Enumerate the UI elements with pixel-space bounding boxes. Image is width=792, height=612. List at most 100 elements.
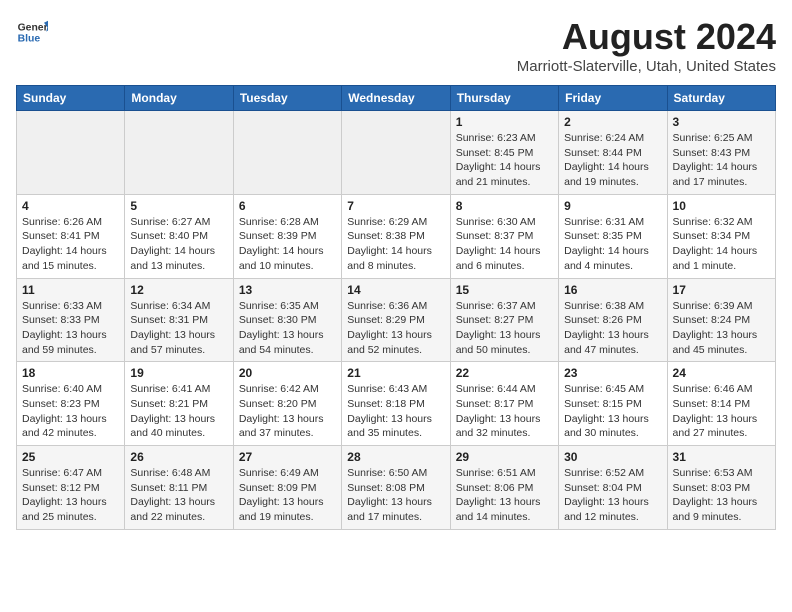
day-number: 17 [673,283,770,297]
day-info: Sunrise: 6:35 AM Sunset: 8:30 PM Dayligh… [239,299,336,358]
day-number: 9 [564,199,661,213]
day-number: 1 [456,115,553,129]
main-title: August 2024 [517,16,776,58]
weekday-header-sunday: Sunday [17,86,125,111]
day-number: 8 [456,199,553,213]
day-info: Sunrise: 6:40 AM Sunset: 8:23 PM Dayligh… [22,382,119,441]
svg-text:Blue: Blue [18,34,41,45]
calendar-cell: 26 Sunrise: 6:48 AM Sunset: 8:11 PM Dayli… [125,446,233,530]
day-number: 6 [239,199,336,213]
calendar-cell: 22 Sunrise: 6:44 AM Sunset: 8:17 PM Dayli… [450,362,558,446]
day-info: Sunrise: 6:48 AM Sunset: 8:11 PM Dayligh… [130,466,227,525]
weekday-header-wednesday: Wednesday [342,86,450,111]
calendar-cell: 18Sunrise: 6:40 AM Sunset: 8:23 PM Dayli… [17,362,125,446]
calendar-cell: 21 Sunrise: 6:43 AM Sunset: 8:18 PM Dayli… [342,362,450,446]
day-number: 16 [564,283,661,297]
day-info: Sunrise: 6:52 AM Sunset: 8:04 PM Dayligh… [564,466,661,525]
weekday-header-row: SundayMondayTuesdayWednesdayThursdayFrid… [17,86,776,111]
day-number: 4 [22,199,119,213]
day-info: Sunrise: 6:31 AM Sunset: 8:35 PM Dayligh… [564,215,661,274]
weekday-header-thursday: Thursday [450,86,558,111]
calendar-cell [125,111,233,195]
calendar-cell: 25 Sunrise: 6:47 AM Sunset: 8:12 PM Dayli… [17,446,125,530]
day-info: Sunrise: 6:37 AM Sunset: 8:27 PM Dayligh… [456,299,553,358]
day-number: 24 [673,366,770,380]
calendar-cell [342,111,450,195]
weekday-header-monday: Monday [125,86,233,111]
day-number: 31 [673,450,770,464]
calendar-cell [17,111,125,195]
calendar-cell: 13 Sunrise: 6:35 AM Sunset: 8:30 PM Dayli… [233,278,341,362]
calendar-cell: 8 Sunrise: 6:30 AM Sunset: 8:37 PM Daylig… [450,194,558,278]
day-info: Sunrise: 6:25 AM Sunset: 8:43 PM Dayligh… [673,131,770,190]
page-header: General Blue August 2024 Marriott-Slater… [16,16,776,75]
day-info: Sunrise: 6:36 AM Sunset: 8:29 PM Dayligh… [347,299,444,358]
day-info: Sunrise: 6:39 AM Sunset: 8:24 PM Dayligh… [673,299,770,358]
calendar-cell: 10 Sunrise: 6:32 AM Sunset: 8:34 PM Dayli… [667,194,775,278]
day-number: 27 [239,450,336,464]
calendar-cell: 24Sunrise: 6:46 AM Sunset: 8:14 PM Dayli… [667,362,775,446]
weekday-header-saturday: Saturday [667,86,775,111]
day-number: 20 [239,366,336,380]
calendar-cell: 6 Sunrise: 6:28 AM Sunset: 8:39 PM Daylig… [233,194,341,278]
day-number: 25 [22,450,119,464]
day-number: 23 [564,366,661,380]
day-info: Sunrise: 6:38 AM Sunset: 8:26 PM Dayligh… [564,299,661,358]
calendar-cell: 5Sunrise: 6:27 AM Sunset: 8:40 PM Daylig… [125,194,233,278]
day-info: Sunrise: 6:47 AM Sunset: 8:12 PM Dayligh… [22,466,119,525]
day-info: Sunrise: 6:29 AM Sunset: 8:38 PM Dayligh… [347,215,444,274]
calendar-cell: 7 Sunrise: 6:29 AM Sunset: 8:38 PM Daylig… [342,194,450,278]
calendar-week-0: 1 Sunrise: 6:23 AM Sunset: 8:45 PM Daylig… [17,111,776,195]
day-number: 22 [456,366,553,380]
calendar-table: SundayMondayTuesdayWednesdayThursdayFrid… [16,85,776,530]
day-info: Sunrise: 6:24 AM Sunset: 8:44 PM Dayligh… [564,131,661,190]
day-number: 5 [130,199,227,213]
day-number: 28 [347,450,444,464]
day-info: Sunrise: 6:23 AM Sunset: 8:45 PM Dayligh… [456,131,553,190]
calendar-cell: 17 Sunrise: 6:39 AM Sunset: 8:24 PM Dayli… [667,278,775,362]
day-number: 26 [130,450,227,464]
calendar-week-3: 18Sunrise: 6:40 AM Sunset: 8:23 PM Dayli… [17,362,776,446]
day-number: 21 [347,366,444,380]
day-info: Sunrise: 6:45 AM Sunset: 8:15 PM Dayligh… [564,382,661,441]
calendar-cell: 2Sunrise: 6:24 AM Sunset: 8:44 PM Daylig… [559,111,667,195]
day-number: 10 [673,199,770,213]
calendar-cell: 27 Sunrise: 6:49 AM Sunset: 8:09 PM Dayli… [233,446,341,530]
calendar-week-2: 11 Sunrise: 6:33 AM Sunset: 8:33 PM Dayli… [17,278,776,362]
calendar-cell: 1 Sunrise: 6:23 AM Sunset: 8:45 PM Daylig… [450,111,558,195]
day-info: Sunrise: 6:43 AM Sunset: 8:18 PM Dayligh… [347,382,444,441]
logo: General Blue [16,16,48,48]
day-number: 7 [347,199,444,213]
calendar-cell: 14Sunrise: 6:36 AM Sunset: 8:29 PM Dayli… [342,278,450,362]
calendar-cell: 12 Sunrise: 6:34 AM Sunset: 8:31 PM Dayli… [125,278,233,362]
day-info: Sunrise: 6:26 AM Sunset: 8:41 PM Dayligh… [22,215,119,274]
day-info: Sunrise: 6:49 AM Sunset: 8:09 PM Dayligh… [239,466,336,525]
day-number: 12 [130,283,227,297]
svg-text:General: General [18,22,48,33]
day-info: Sunrise: 6:44 AM Sunset: 8:17 PM Dayligh… [456,382,553,441]
day-info: Sunrise: 6:53 AM Sunset: 8:03 PM Dayligh… [673,466,770,525]
day-info: Sunrise: 6:41 AM Sunset: 8:21 PM Dayligh… [130,382,227,441]
day-info: Sunrise: 6:30 AM Sunset: 8:37 PM Dayligh… [456,215,553,274]
day-info: Sunrise: 6:32 AM Sunset: 8:34 PM Dayligh… [673,215,770,274]
calendar-cell: 28Sunrise: 6:50 AM Sunset: 8:08 PM Dayli… [342,446,450,530]
calendar-cell: 19Sunrise: 6:41 AM Sunset: 8:21 PM Dayli… [125,362,233,446]
day-number: 13 [239,283,336,297]
day-number: 11 [22,283,119,297]
calendar-cell: 15Sunrise: 6:37 AM Sunset: 8:27 PM Dayli… [450,278,558,362]
calendar-cell: 16 Sunrise: 6:38 AM Sunset: 8:26 PM Dayli… [559,278,667,362]
calendar-cell: 3Sunrise: 6:25 AM Sunset: 8:43 PM Daylig… [667,111,775,195]
day-info: Sunrise: 6:33 AM Sunset: 8:33 PM Dayligh… [22,299,119,358]
weekday-header-friday: Friday [559,86,667,111]
calendar-cell: 4 Sunrise: 6:26 AM Sunset: 8:41 PM Daylig… [17,194,125,278]
calendar-cell [233,111,341,195]
calendar-cell: 31 Sunrise: 6:53 AM Sunset: 8:03 PM Dayli… [667,446,775,530]
calendar-cell: 30Sunrise: 6:52 AM Sunset: 8:04 PM Dayli… [559,446,667,530]
calendar-cell: 23 Sunrise: 6:45 AM Sunset: 8:15 PM Dayli… [559,362,667,446]
day-info: Sunrise: 6:28 AM Sunset: 8:39 PM Dayligh… [239,215,336,274]
calendar-week-1: 4 Sunrise: 6:26 AM Sunset: 8:41 PM Daylig… [17,194,776,278]
day-number: 29 [456,450,553,464]
subtitle: Marriott-Slaterville, Utah, United State… [517,58,776,75]
calendar-cell: 9 Sunrise: 6:31 AM Sunset: 8:35 PM Daylig… [559,194,667,278]
day-info: Sunrise: 6:34 AM Sunset: 8:31 PM Dayligh… [130,299,227,358]
